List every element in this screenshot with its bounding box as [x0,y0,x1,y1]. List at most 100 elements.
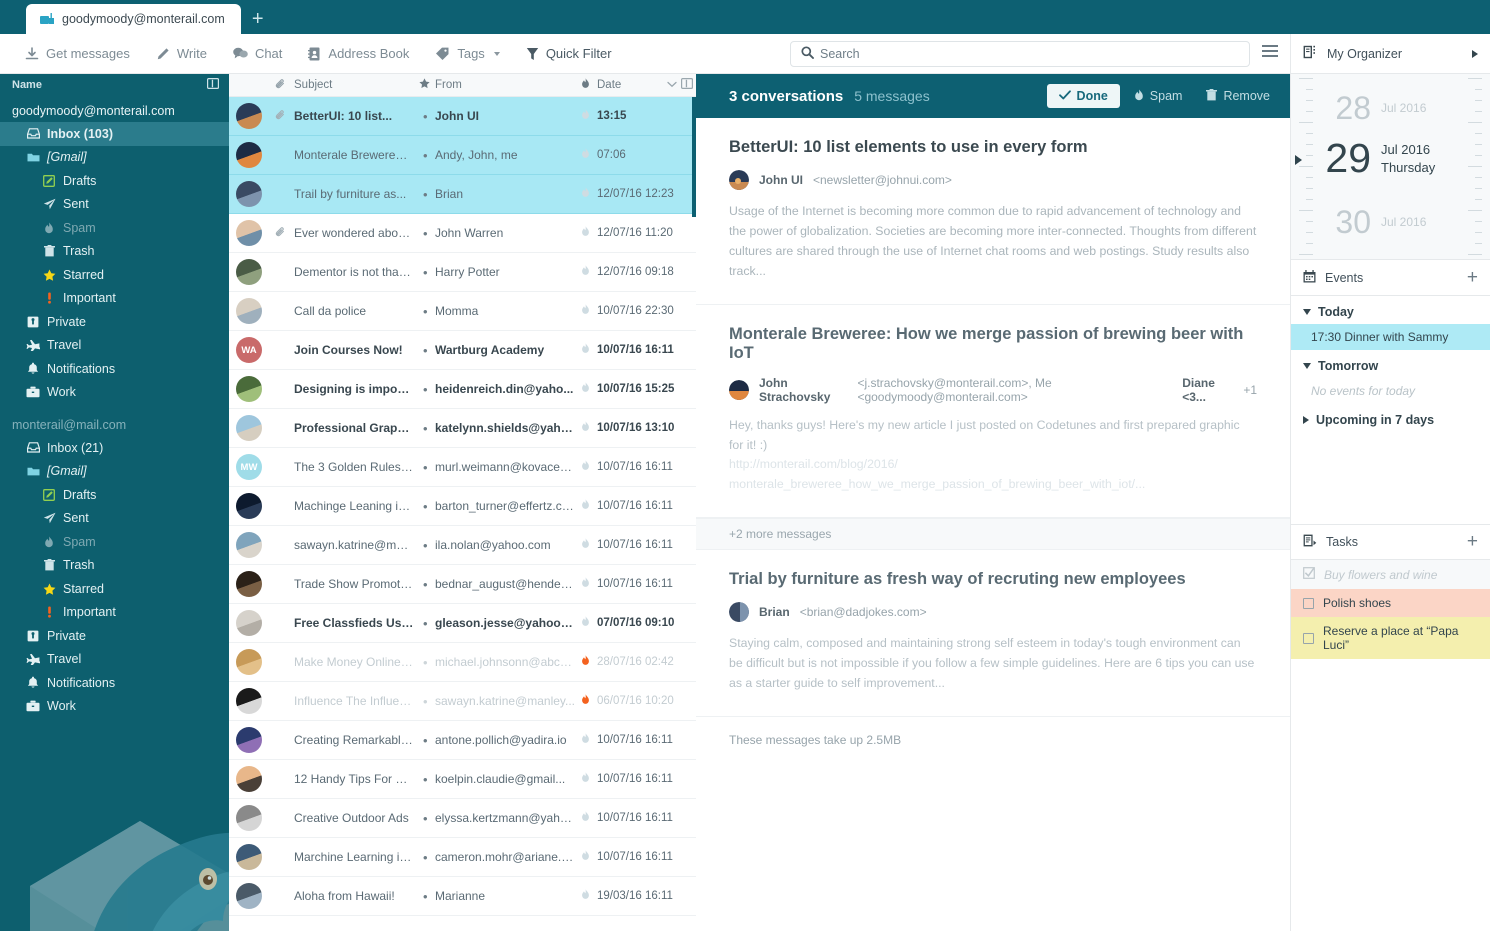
sidebar-item-travel-2[interactable]: Travel [0,648,229,672]
add-task-button[interactable]: + [1467,531,1478,553]
task-item-done[interactable]: Buy flowers and wine [1291,560,1490,589]
read-status-dot[interactable]: • [423,149,428,162]
table-row[interactable]: Professional Graphic De... • katelynn.shie… [229,409,696,448]
table-row[interactable]: Aloha from Hawaii! • Marianne 19/03/16 16:1… [229,877,696,916]
task-item-overdue[interactable]: Polish shoes [1291,589,1490,617]
sidebar-item-inbox-2[interactable]: Inbox (21) [0,436,229,460]
column-header-date[interactable]: Date [597,79,621,91]
chevron-down-icon[interactable] [667,79,677,91]
table-row[interactable]: WA Join Courses Now! • Wartburg Academy 10/0… [229,331,696,370]
table-row[interactable]: 12 Handy Tips For Gener... • koelpin.claud… [229,760,696,799]
chat-button[interactable]: Chat [220,39,295,69]
sidebar-item-drafts-2[interactable]: Drafts [0,483,229,507]
columns-icon[interactable] [207,78,220,92]
paperclip-icon[interactable] [275,78,286,93]
checkbox-icon[interactable] [1303,597,1314,609]
done-button[interactable]: Done [1046,84,1120,108]
account-email-1[interactable]: goodymoody@monterail.com [0,96,229,122]
read-status-dot[interactable]: • [423,851,428,864]
column-header-from[interactable]: From [435,79,462,91]
read-status-dot[interactable]: • [423,461,428,474]
write-button[interactable]: Write [143,39,220,69]
sidebar-item-trash-2[interactable]: Trash [0,554,229,578]
read-status-dot[interactable]: • [423,773,428,786]
sidebar-item-gmail-2[interactable]: [Gmail] [0,460,229,484]
table-row[interactable]: Influence The Influence... • sawayn.katrin… [229,682,696,721]
sidebar-item-private-1[interactable]: Private [0,310,229,334]
date-row-current[interactable]: 29 Jul 2016 Thursday [1323,138,1466,179]
sidebar-item-spam-2[interactable]: Spam [0,530,229,554]
table-row[interactable]: Marchine Learning is ... • cameron.mohr@ar… [229,838,696,877]
quick-filter-button[interactable]: Quick Filter [513,39,625,69]
sidebar-item-private-2[interactable]: Private [0,624,229,648]
flame-icon[interactable] [581,304,590,318]
preview-link-1[interactable]: http://monterail.com/blog/2016/ [729,457,898,471]
table-row[interactable]: BetterUI: 10 list... • John UI 13:15 [229,97,696,136]
flame-icon[interactable] [581,616,590,630]
date-row-prev[interactable]: 28 Jul 2016 [1323,92,1466,124]
table-row[interactable]: Creative Outdoor Ads • elyssa.kertzmann@ya… [229,799,696,838]
column-header-subject[interactable]: Subject [294,79,332,91]
flame-icon[interactable] [581,499,590,513]
flame-icon[interactable] [581,109,590,123]
flame-icon[interactable] [581,421,590,435]
star-icon[interactable] [419,78,430,92]
flame-icon[interactable] [581,382,590,396]
sidebar-item-inbox-1[interactable]: Inbox (103) [0,122,229,146]
checkbox-checked-icon[interactable] [1303,567,1315,582]
sidebar-item-gmail-1[interactable]: [Gmail] [0,146,229,170]
read-status-dot[interactable]: • [423,500,428,513]
sidebar-item-notifications-1[interactable]: Notifications [0,357,229,381]
flame-icon[interactable] [581,889,590,903]
task-item-due[interactable]: Reserve a place at “Papa Luci” [1291,617,1490,659]
flame-icon[interactable] [581,811,590,825]
get-messages-button[interactable]: Get messages [12,39,143,69]
organizer-header[interactable]: My Organizer [1290,34,1490,74]
events-group-tomorrow[interactable]: Tomorrow [1291,350,1490,378]
search-input[interactable]: Search [790,41,1250,67]
read-status-dot[interactable]: • [423,227,428,240]
address-book-button[interactable]: Address Book [295,39,422,69]
table-row[interactable]: Designing is important • heidenreich.din@y… [229,370,696,409]
sidebar-item-starred-2[interactable]: Starred [0,577,229,601]
new-tab-button[interactable]: + [241,4,275,34]
table-row[interactable]: Creating Remarkable Po... • antone.pollich… [229,721,696,760]
sidebar-item-work-1[interactable]: Work [0,381,229,405]
read-status-dot[interactable]: • [423,617,428,630]
sidebar-item-work-2[interactable]: Work [0,695,229,719]
hamburger-icon[interactable] [1262,45,1278,57]
date-row-next[interactable]: 30 Jul 2016 [1323,206,1466,238]
flame-icon[interactable] [581,577,590,591]
sidebar-item-notifications-2[interactable]: Notifications [0,671,229,695]
read-status-dot[interactable]: • [423,305,428,318]
read-status-dot[interactable]: • [423,188,428,201]
table-row[interactable]: Ever wondered abou... • John Warren 12/07/1… [229,214,696,253]
read-status-dot[interactable]: • [423,578,428,591]
read-status-dot[interactable]: • [423,656,428,669]
flame-icon[interactable] [581,694,590,708]
flame-icon[interactable] [581,772,590,786]
columns-icon[interactable] [681,78,694,92]
table-row[interactable]: Make Money Online Thr... • michael.johnson… [229,643,696,682]
flame-icon[interactable] [581,460,590,474]
read-status-dot[interactable]: • [423,695,428,708]
event-item[interactable]: 17:30 Dinner with Sammy [1291,324,1490,350]
flame-icon[interactable] [581,148,590,162]
checkbox-icon[interactable] [1303,632,1314,644]
add-event-button[interactable]: + [1467,267,1478,289]
spam-button[interactable]: Spam [1124,84,1193,108]
flame-icon[interactable] [581,226,590,240]
sidebar-item-drafts-1[interactable]: Drafts [0,169,229,193]
tags-button[interactable]: Tags [422,39,512,69]
sidebar-item-spam-1[interactable]: Spam [0,216,229,240]
table-row[interactable]: Dementor is not that bad • Harry Potter 12/… [229,253,696,292]
sidebar-item-travel-1[interactable]: Travel [0,334,229,358]
flame-icon[interactable] [581,78,590,92]
table-row[interactable]: MW The 3 Golden Rules Proff... • murl.weima… [229,448,696,487]
table-row[interactable]: Free Classfieds Using Th... • gleason.jess… [229,604,696,643]
sidebar-item-important-1[interactable]: Important [0,287,229,311]
events-group-today[interactable]: Today [1291,296,1490,324]
sidebar-item-sent-1[interactable]: Sent [0,193,229,217]
browser-tab[interactable]: goodymoody@monterail.com [26,4,241,34]
sidebar-item-trash-1[interactable]: Trash [0,240,229,264]
